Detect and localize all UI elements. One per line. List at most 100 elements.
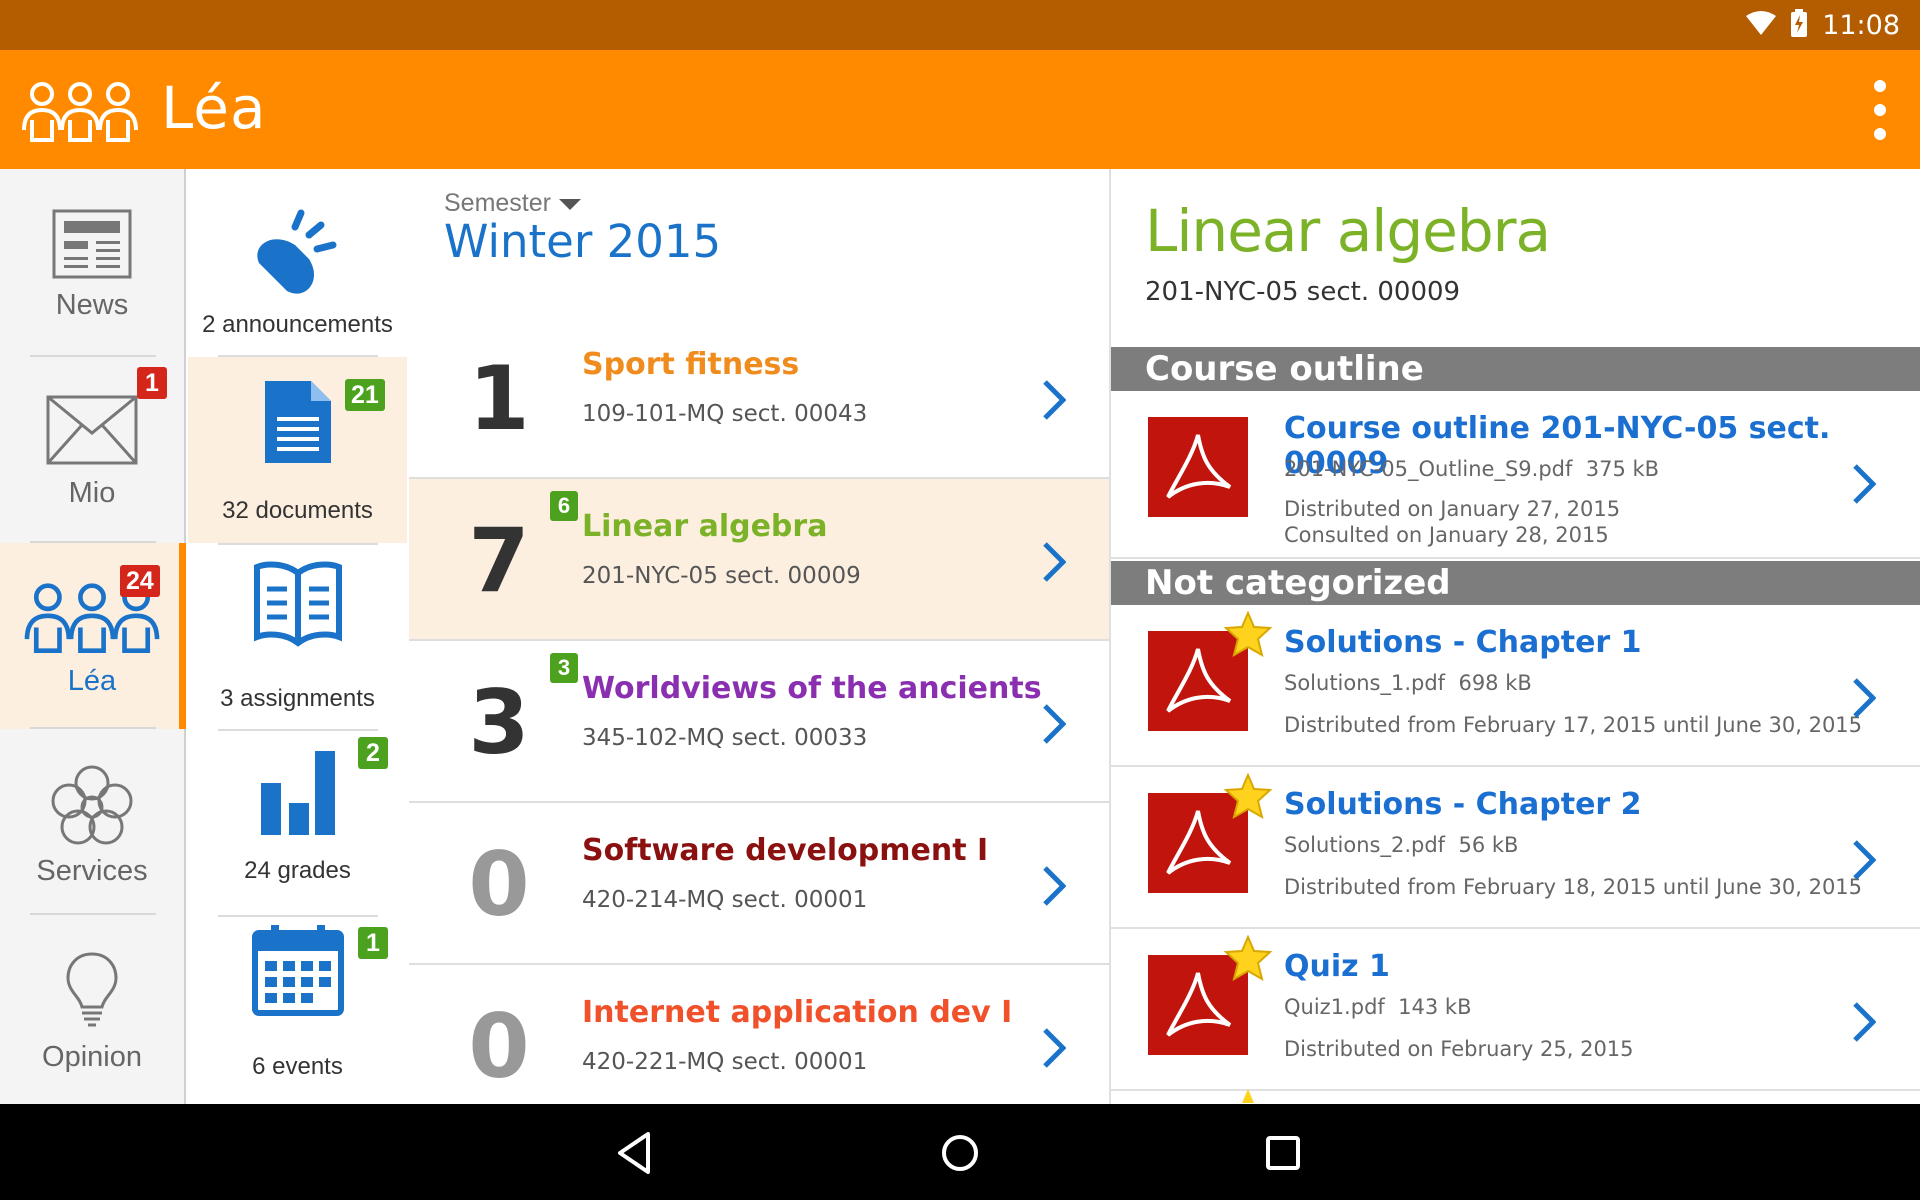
new-documents-badge: 21 — [345, 379, 385, 411]
tool-item-assignments[interactable]: 3 assignments — [188, 545, 407, 731]
tool-label: 2 announcements — [202, 311, 393, 338]
rail-item-mio[interactable]: 1 Mio — [0, 357, 184, 543]
tool-item-announcements[interactable]: 2 announcements — [188, 169, 407, 355]
star-icon — [1242, 1089, 1254, 1103]
app-bar: Léa — [0, 50, 1920, 169]
document-file: Quiz1.pdf 143 kB — [1284, 995, 1472, 1019]
chevron-right-icon — [1043, 866, 1066, 906]
document-file: Solutions_1.pdf 698 kB — [1284, 671, 1532, 695]
section-header: Not categorized — [1111, 561, 1920, 605]
battery-charging-icon — [1790, 8, 1808, 42]
star-icon — [1224, 773, 1272, 819]
chevron-right-icon — [1853, 1002, 1876, 1042]
chevron-right-icon — [1043, 704, 1066, 744]
star-icon — [1224, 611, 1272, 657]
course-row[interactable]: 1 Sport fitness 109-101-MQ sect. 00043 — [409, 317, 1109, 479]
course-code: 345-102-MQ sect. 00033 — [582, 725, 868, 751]
document-distribution: Distributed on February 25, 2015 — [1284, 1037, 1634, 1061]
caret-down-icon — [558, 198, 581, 210]
document-row-partial — [1111, 1089, 1920, 1104]
course-list: Semester Winter 2015 1 Sport fitness 109… — [409, 169, 1109, 1104]
dot-icon — [1874, 128, 1886, 140]
lea-logo-icon — [20, 80, 140, 147]
dot-icon — [1874, 104, 1886, 116]
course-section-code: 201-NYC-05 sect. 00009 — [1145, 277, 1461, 307]
course-row[interactable]: 3 3 Worldviews of the ancients 345-102-M… — [409, 641, 1109, 803]
course-count: 1 — [468, 347, 530, 450]
star-icon — [1224, 935, 1272, 981]
overflow-menu-button[interactable] — [1868, 80, 1892, 140]
document-distribution: Distributed from February 18, 2015 until… — [1284, 875, 1863, 899]
rail-item-news[interactable]: News — [0, 169, 184, 355]
rail-item-lea[interactable]: 24 Léa — [0, 543, 186, 729]
chevron-right-icon — [1853, 464, 1876, 504]
course-row[interactable]: 0 Internet application dev I 420-221-MQ … — [409, 965, 1109, 1127]
chevron-right-icon — [1043, 380, 1066, 420]
status-bar: 11:08 — [0, 0, 1920, 50]
course-details: Linear algebra 201-NYC-05 sect. 00009 Co… — [1109, 169, 1920, 1104]
chevron-right-icon — [1043, 542, 1066, 582]
chevron-right-icon — [1853, 840, 1876, 880]
course-row[interactable]: 0 Software development I 420-214-MQ sect… — [409, 803, 1109, 965]
rail-item-services[interactable]: Services — [0, 729, 184, 915]
semester-label: Semester — [444, 189, 551, 217]
recents-icon[interactable] — [1258, 1128, 1308, 1178]
document-distribution: Distributed from February 17, 2015 until… — [1284, 713, 1863, 737]
tool-label: 32 documents — [222, 497, 373, 524]
rail-label: Mio — [68, 477, 116, 509]
tool-item-events[interactable]: 1 6 events — [188, 917, 407, 1103]
document-file: Solutions_2.pdf 56 kB — [1284, 833, 1519, 857]
document-row[interactable]: Solutions - Chapter 1 Solutions_1.pdf 69… — [1111, 605, 1920, 767]
document-file: 201-NYC-05_Outline_S9.pdf 375 kB — [1284, 457, 1660, 481]
document-consulted: Consulted on January 28, 2015 — [1284, 523, 1609, 547]
chevron-right-icon — [1853, 678, 1876, 718]
wifi-icon — [1746, 10, 1777, 40]
clock: 11:08 — [1822, 9, 1900, 41]
tool-column: 2 announcements 21 32 documents 3 assign… — [188, 169, 407, 1104]
section-header: Course outline — [1111, 347, 1920, 391]
back-icon[interactable] — [610, 1128, 660, 1178]
document-row[interactable]: Quiz 1 Quiz1.pdf 143 kB Distributed on F… — [1111, 929, 1920, 1091]
pdf-icon — [1148, 417, 1248, 517]
tool-item-grades[interactable]: 2 24 grades — [188, 731, 407, 917]
rail-item-opinion[interactable]: Opinion — [0, 915, 184, 1101]
course-name: Internet application dev I — [582, 995, 1013, 1030]
course-row[interactable]: 7 6 Linear algebra 201-NYC-05 sect. 0000… — [409, 479, 1109, 641]
unread-badge: 1 — [137, 367, 167, 399]
newspaper-icon — [0, 209, 184, 279]
course-name: Worldviews of the ancients — [582, 671, 1042, 706]
course-code: 420-221-MQ sect. 00001 — [582, 1049, 868, 1075]
tool-label: 6 events — [252, 1053, 343, 1080]
chevron-right-icon — [1043, 1028, 1066, 1068]
new-events-badge: 1 — [358, 927, 388, 959]
document-distribution: Distributed on January 27, 2015 — [1284, 497, 1621, 521]
course-code: 201-NYC-05 sect. 00009 — [582, 563, 861, 589]
lightbulb-icon — [0, 951, 184, 1029]
tool-item-documents[interactable]: 21 32 documents — [188, 357, 407, 543]
course-name: Sport fitness — [582, 347, 800, 382]
course-new-badge: 6 — [550, 491, 578, 521]
megaphone-icon — [188, 205, 407, 301]
course-count: 0 — [468, 995, 530, 1098]
semester-value[interactable]: Winter 2015 — [444, 215, 721, 268]
book-icon — [188, 559, 407, 647]
dot-icon — [1874, 80, 1886, 92]
new-grades-badge: 2 — [358, 737, 388, 769]
rail-label: Services — [36, 855, 148, 887]
tool-label: 24 grades — [244, 857, 351, 884]
semester-dropdown[interactable]: Semester — [444, 189, 581, 218]
course-title: Linear algebra — [1145, 197, 1551, 265]
rail-label: Léa — [67, 665, 117, 697]
module-rail: News 1 Mio 24 Léa Services Opinion — [0, 169, 186, 1104]
course-count: 3 — [468, 671, 530, 774]
course-name: Software development I — [582, 833, 989, 868]
home-icon[interactable] — [935, 1128, 985, 1178]
document-row[interactable]: Course outline 201-NYC-05 sect. 00009 20… — [1111, 391, 1920, 559]
document-row[interactable]: Solutions - Chapter 2 Solutions_2.pdf 56… — [1111, 767, 1920, 929]
system-nav-bar — [0, 1104, 1920, 1200]
document-name: Solutions - Chapter 2 — [1284, 787, 1642, 822]
notification-badge: 24 — [120, 565, 160, 597]
course-name: Linear algebra — [582, 509, 828, 544]
document-name: Quiz 1 — [1284, 949, 1390, 984]
active-indicator — [179, 543, 186, 729]
